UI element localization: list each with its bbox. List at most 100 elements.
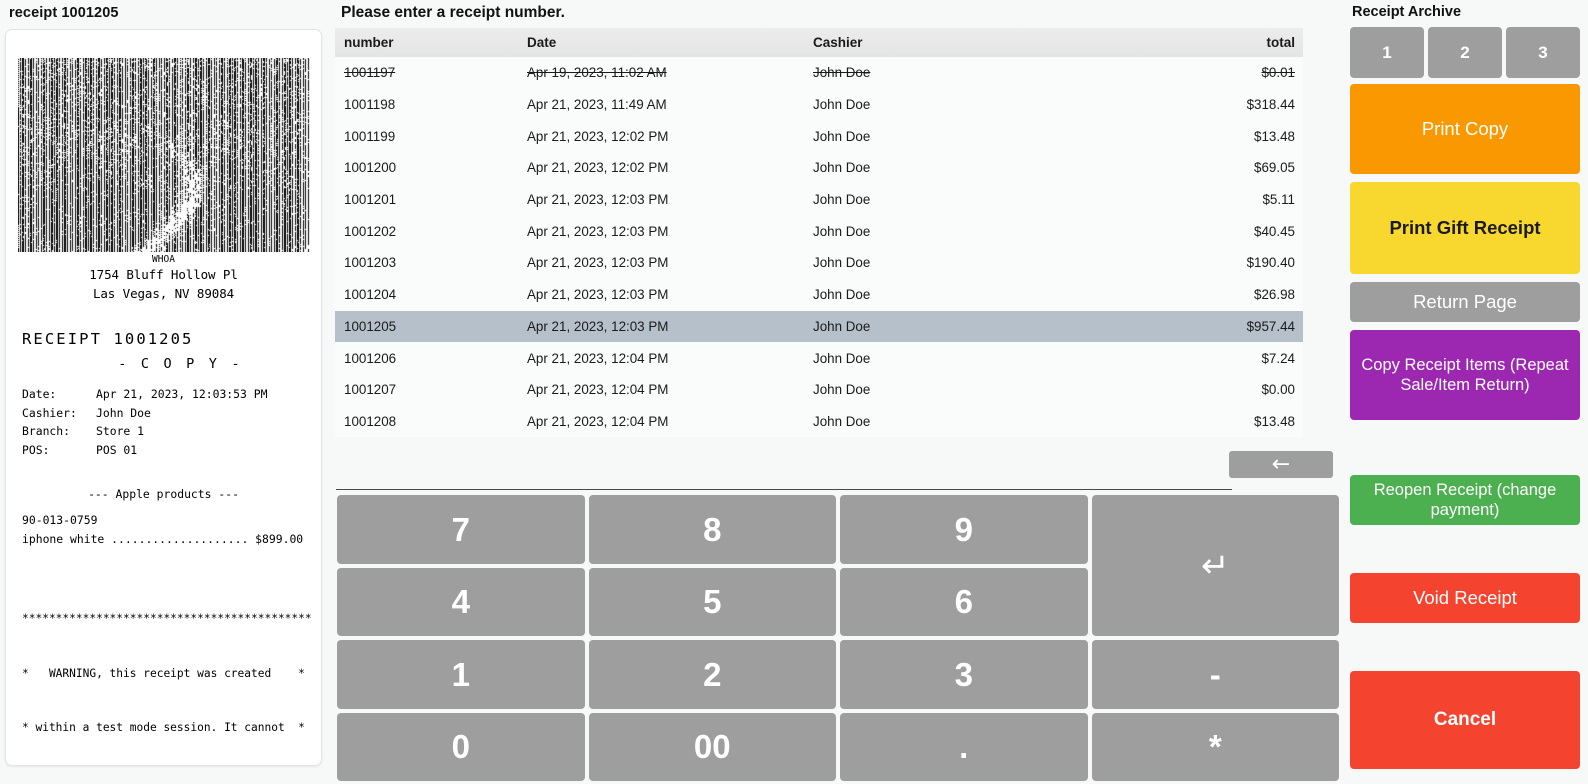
receipt-preview-pane: receipt 1001205 WHOA 1754 Bluff Hollow P… bbox=[0, 0, 328, 784]
cell-date: Apr 21, 2023, 12:04 PM bbox=[527, 413, 669, 429]
cell-receipt-number: 1001203 bbox=[344, 255, 397, 271]
receipt-meta-row: Branch: Store 1 bbox=[22, 422, 305, 440]
prompt-message: Please enter a receipt number. bbox=[341, 4, 565, 21]
cell-date: Apr 21, 2023, 12:03 PM bbox=[527, 223, 669, 239]
receipt-inner: RECEIPT 1001205 - C O P Y - Date: Apr 21… bbox=[6, 327, 321, 765]
key-0[interactable]: 0 bbox=[337, 712, 585, 781]
receipt-heading: RECEIPT 1001205 bbox=[22, 330, 194, 349]
receipt-list-table: number Date Cashier total 1001197 Apr 19,… bbox=[335, 28, 1303, 440]
receipt-body: WHOA 1754 Bluff Hollow Pl Las Vegas, NV … bbox=[6, 58, 321, 765]
key-7[interactable]: 7 bbox=[337, 495, 585, 564]
store-logo-image bbox=[17, 58, 310, 252]
cell-date: Apr 21, 2023, 11:49 AM bbox=[527, 97, 667, 113]
key-double-zero[interactable]: 00 bbox=[588, 712, 836, 781]
receipt-meta-row: Date: Apr 21, 2023, 12:03:53 PM bbox=[22, 385, 305, 403]
reopen-receipt-button[interactable]: Reopen Receipt (change payment) bbox=[1350, 475, 1580, 525]
key-2[interactable]: 2 bbox=[588, 640, 836, 709]
cell-cashier: John Doe bbox=[813, 318, 871, 334]
print-copy-button[interactable]: Print Copy bbox=[1350, 84, 1580, 174]
test-mode-warning-block: ****************************************… bbox=[22, 574, 312, 765]
void-receipt-button[interactable]: Void Receipt bbox=[1350, 573, 1580, 623]
item-line: iphone white .................... $899.0… bbox=[22, 531, 304, 546]
key-enter[interactable]: ↵ bbox=[1091, 495, 1339, 636]
cell-date: Apr 21, 2023, 12:03 PM bbox=[527, 255, 669, 271]
page-button-2[interactable]: 2 bbox=[1428, 27, 1502, 78]
meta-value-date: Apr 21, 2023, 12:03:53 PM bbox=[96, 387, 268, 402]
table-row[interactable]: 1001200 Apr 21, 2023, 12:02 PM John Doe $69… bbox=[335, 152, 1303, 184]
cell-cashier: John Doe bbox=[813, 382, 871, 398]
cell-total: $5.11 bbox=[1262, 192, 1295, 208]
cell-total: $13.48 bbox=[1254, 413, 1295, 429]
items-section-title: --- Apple products --- bbox=[88, 487, 239, 502]
column-header-total[interactable]: total bbox=[1143, 35, 1303, 50]
logo-caption: WHOA bbox=[152, 254, 175, 265]
receipt-meta-row: Cashier: John Doe bbox=[22, 404, 305, 422]
key-5[interactable]: 5 bbox=[588, 567, 836, 636]
cell-total: $0.01 bbox=[1261, 65, 1295, 81]
cell-total: $13.48 bbox=[1254, 128, 1295, 144]
receipt-number-input[interactable] bbox=[336, 453, 1232, 490]
column-header-number[interactable]: number bbox=[335, 35, 527, 50]
receipt-card: WHOA 1754 Bluff Hollow Pl Las Vegas, NV … bbox=[5, 29, 322, 766]
receipt-items-list: 90-013-0759 iphone white ...............… bbox=[22, 511, 305, 548]
key-9[interactable]: 9 bbox=[840, 495, 1088, 564]
cell-date: Apr 21, 2023, 12:03 PM bbox=[527, 192, 669, 208]
cell-receipt-number: 1001208 bbox=[344, 413, 397, 429]
cell-receipt-number: 1001198 bbox=[344, 97, 396, 113]
page-buttons-group: 1 2 3 bbox=[1350, 27, 1580, 78]
meta-key-branch: Branch: bbox=[22, 424, 71, 439]
cell-cashier: John Doe bbox=[813, 128, 871, 144]
key-minus[interactable]: - bbox=[1091, 640, 1339, 709]
column-header-date[interactable]: Date bbox=[527, 35, 813, 50]
key-1[interactable]: 1 bbox=[337, 640, 585, 709]
cell-date: Apr 21, 2023, 12:04 PM bbox=[527, 350, 669, 366]
cell-cashier: John Doe bbox=[813, 255, 871, 271]
store-address-line-1: 1754 Bluff Hollow Pl bbox=[89, 266, 238, 282]
cell-total: $69.05 bbox=[1254, 160, 1295, 176]
table-row[interactable]: 1001203 Apr 21, 2023, 12:03 PM John Doe $19… bbox=[335, 247, 1303, 279]
cell-receipt-number: 1001201 bbox=[344, 192, 397, 208]
table-row[interactable]: 1001199 Apr 21, 2023, 12:02 PM John Doe $13… bbox=[335, 120, 1303, 153]
warning-border-top: ****************************************… bbox=[22, 612, 312, 626]
meta-value-cashier: John Doe bbox=[96, 405, 151, 420]
cell-cashier: John Doe bbox=[813, 287, 871, 303]
meta-value-branch: Store 1 bbox=[96, 424, 145, 439]
meta-value-pos: POS 01 bbox=[96, 442, 138, 457]
table-row[interactable]: 1001198 Apr 21, 2023, 11:49 AM John Doe $31… bbox=[335, 88, 1303, 121]
table-header-row: number Date Cashier total bbox=[335, 28, 1303, 57]
key-decimal[interactable]: . bbox=[840, 712, 1088, 781]
table-row[interactable]: 1001202 Apr 21, 2023, 12:03 PM John Doe $40… bbox=[335, 215, 1303, 248]
cell-cashier: John Doe bbox=[813, 65, 871, 81]
key-4[interactable]: 4 bbox=[337, 567, 585, 636]
cancel-button[interactable]: Cancel bbox=[1350, 671, 1580, 769]
cell-total: $957.44 bbox=[1246, 318, 1295, 334]
table-row[interactable]: 1001205 Apr 21, 2023, 12:03 PM John Doe $95… bbox=[335, 310, 1303, 343]
table-row[interactable]: 1001206 Apr 21, 2023, 12:04 PM John Doe $7.… bbox=[335, 342, 1303, 374]
column-header-cashier[interactable]: Cashier bbox=[813, 35, 1143, 50]
key-6[interactable]: 6 bbox=[840, 567, 1088, 636]
key-8[interactable]: 8 bbox=[588, 495, 836, 564]
meta-key-date: Date: bbox=[22, 387, 57, 402]
table-row[interactable]: 1001208 Apr 21, 2023, 12:04 PM John Doe $13… bbox=[335, 405, 1303, 438]
page-button-3[interactable]: 3 bbox=[1506, 27, 1580, 78]
cell-date: Apr 21, 2023, 12:02 PM bbox=[527, 160, 669, 176]
receipt-meta-list: Date: Apr 21, 2023, 12:03:53 PM Cashier:… bbox=[22, 385, 305, 459]
receipt-archive-sidebar: Receipt Archive 1 2 3 Print Copy Print G… bbox=[1343, 0, 1588, 784]
store-address-line-2: Las Vegas, NV 89084 bbox=[92, 285, 235, 301]
pos-receipt-archive-screen: receipt 1001205 WHOA 1754 Bluff Hollow P… bbox=[0, 0, 1588, 784]
key-asterisk[interactable]: * bbox=[1091, 712, 1339, 781]
table-row[interactable]: 1001207 Apr 21, 2023, 12:04 PM John Doe $0.… bbox=[335, 373, 1303, 406]
backspace-button[interactable]: ← bbox=[1229, 451, 1333, 478]
cell-cashier: John Doe bbox=[813, 223, 871, 239]
key-3[interactable]: 3 bbox=[840, 640, 1088, 709]
meta-key-pos: POS: bbox=[22, 442, 50, 457]
copy-receipt-items-button[interactable]: Copy Receipt Items (Repeat Sale/Item Ret… bbox=[1350, 330, 1580, 420]
return-page-button[interactable]: Return Page bbox=[1350, 282, 1580, 322]
table-row[interactable]: 1001204 Apr 21, 2023, 12:03 PM John Doe $26… bbox=[335, 278, 1303, 311]
page-button-1[interactable]: 1 bbox=[1350, 27, 1424, 78]
table-row[interactable]: 1001197 Apr 19, 2023, 11:02 AM John Doe $0.… bbox=[335, 57, 1303, 89]
cell-cashier: John Doe bbox=[813, 160, 871, 176]
print-gift-receipt-button[interactable]: Print Gift Receipt bbox=[1350, 182, 1580, 274]
cell-receipt-number: 1001206 bbox=[344, 350, 397, 366]
table-row[interactable]: 1001201 Apr 21, 2023, 12:03 PM John Doe $5.… bbox=[335, 183, 1303, 216]
